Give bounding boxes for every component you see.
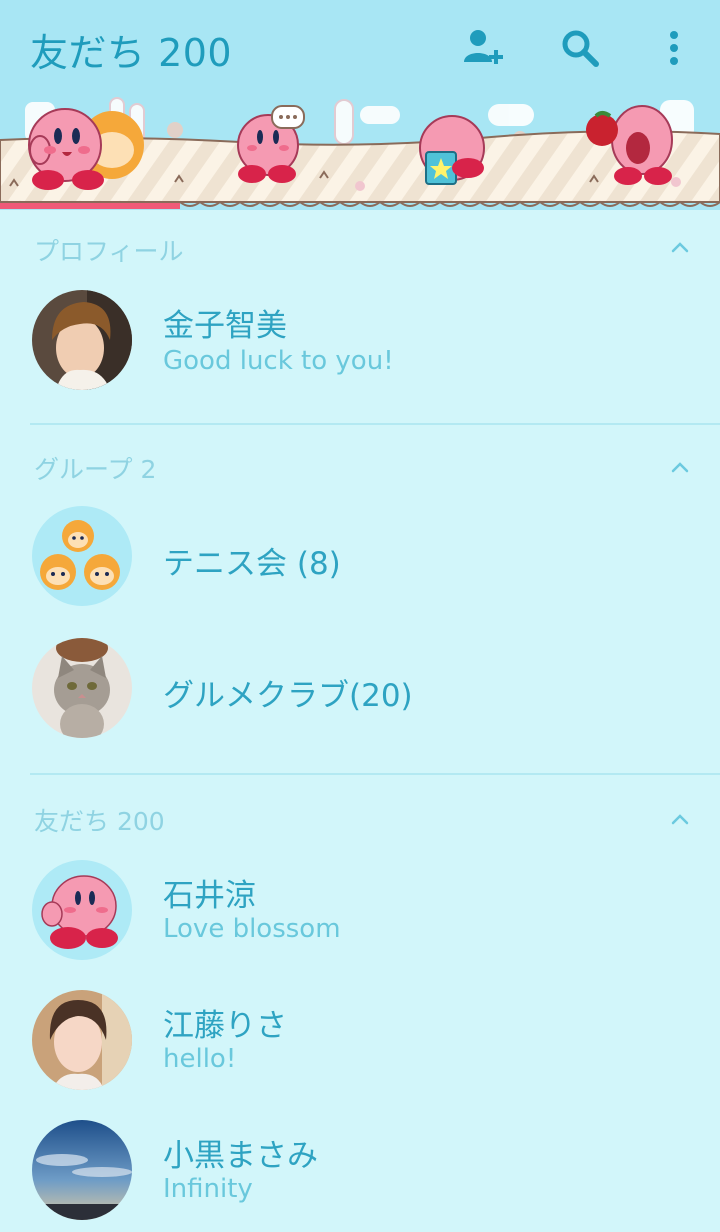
section-groups-label: グループ 2 [34,455,157,484]
page-title: 友だち 200 [30,31,233,75]
avatar [32,860,132,960]
chevron-up-icon[interactable] [668,456,692,480]
add-friend-icon [464,30,503,64]
avatar [32,506,132,606]
more-menu-button[interactable] [650,24,698,72]
friend-status: Infinity [163,1174,253,1204]
group-row[interactable]: グルメクラブ(20) [0,630,720,750]
divider [30,423,720,425]
group-name: テニス会 (8) [163,546,341,582]
friend-status: hello! [163,1044,237,1074]
friend-row[interactable]: 小黒まさみ Infinity [0,1110,720,1230]
header-illustration [0,97,720,207]
group-name: グルメクラブ(20) [163,678,413,714]
search-icon [562,30,599,67]
friend-row[interactable]: 江藤りさ hello! [0,980,720,1100]
group-row[interactable]: テニス会 (8) [0,496,720,616]
avatar [32,638,132,738]
avatar [32,990,132,1090]
add-friend-button[interactable] [458,24,506,72]
divider [30,773,720,775]
app-header: 友だち 200 [0,0,720,210]
profile-status: Good luck to you! [163,346,394,376]
chevron-up-icon[interactable] [668,236,692,260]
tab-indicator [0,203,180,209]
section-friends-label: 友だち 200 [34,807,165,836]
friend-row[interactable]: 石井涼 Love blossom [0,850,720,970]
avatar [32,290,132,390]
chevron-up-icon[interactable] [668,808,692,832]
friend-name: 石井涼 [163,878,256,914]
profile-row[interactable]: 金子智美 Good luck to you! [0,280,720,400]
search-button[interactable] [556,24,604,72]
profile-name: 金子智美 [163,308,287,344]
section-profile-label: プロフィール [34,237,184,266]
avatar [32,1120,132,1220]
friend-name: 小黒まさみ [163,1138,318,1174]
more-vertical-icon [670,31,678,65]
friend-list[interactable]: プロフィール 金子智美 Good luck to you! グループ 2 テニス… [0,210,720,1232]
friend-status: Love blossom [163,914,341,944]
friend-name: 江藤りさ [163,1008,287,1044]
